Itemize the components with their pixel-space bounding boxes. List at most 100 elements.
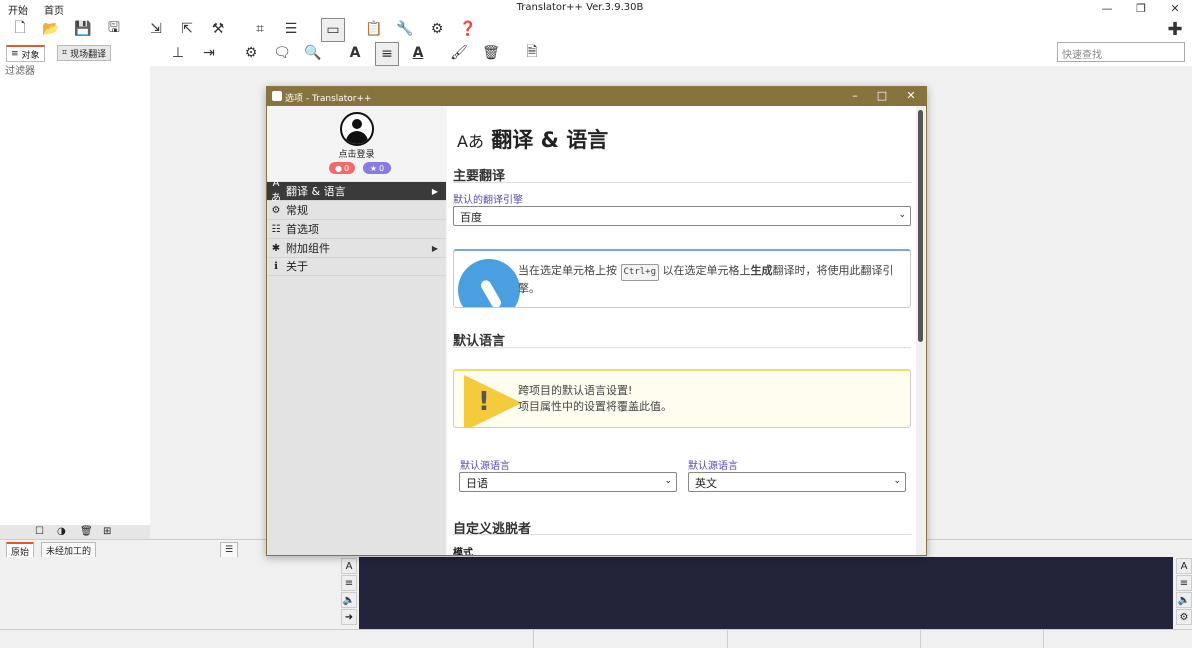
content-scrollbar[interactable] [916, 106, 926, 555]
engine-value: 百度 [460, 211, 482, 224]
nav-label: 翻译 & 语言 [286, 185, 346, 198]
arrow-right-icon[interactable]: ➜ [341, 609, 357, 625]
save-icon[interactable]: 💾 [72, 18, 94, 40]
settings-icon[interactable]: ⚙ [426, 18, 448, 40]
divider [453, 182, 911, 183]
comment-icon[interactable]: 🗨 [271, 42, 293, 64]
dialog-titlebar: 选项 - Translator++ – □ ✕ [267, 87, 926, 106]
status-divider [727, 630, 728, 648]
scrollbar-thumb[interactable] [918, 110, 923, 342]
new-file-icon[interactable]: 🗋 [9, 18, 31, 40]
window-title: Translator++ Ver.3.9.30B [516, 2, 644, 13]
close-icon[interactable]: ✕ [1165, 2, 1185, 15]
avatar-icon[interactable] [340, 112, 374, 146]
list-view-icon[interactable]: ☰ [220, 542, 239, 558]
layout-toggle-icon[interactable]: ▭ [321, 18, 345, 42]
quick-search-input[interactable]: 快速查找 [1057, 42, 1185, 62]
nav-translation-language[interactable]: Aあ 翻译 & 语言 ▶ [267, 178, 446, 204]
chevron-down-icon: ⌄ [893, 476, 901, 486]
menu-bar: 开始 首页 Translator++ Ver.3.9.30B — ❐ ✕ [0, 0, 1192, 18]
tools-icon[interactable]: 🔧 [394, 18, 416, 40]
speaker-icon-right[interactable]: 🔈 [1176, 592, 1192, 608]
tab-live-translation[interactable]: ⌗ 现场翻译 [57, 45, 112, 61]
tab-objects-label: 对象 [21, 50, 40, 61]
insert-row-icon[interactable]: ⊥ [167, 42, 189, 64]
open-folder-icon[interactable]: 📂 [40, 18, 62, 40]
help-icon[interactable]: ❓ [457, 18, 479, 40]
clipboard-icon[interactable]: 📋 [363, 18, 385, 40]
status-bar [0, 629, 1192, 648]
login-link[interactable]: 点击登录 [267, 147, 446, 160]
font-color-icon[interactable]: A [407, 42, 429, 64]
hammer-icon[interactable]: ⚒ [207, 18, 229, 40]
dialog-maximize-icon[interactable]: □ [875, 89, 889, 102]
restore-icon[interactable]: ❐ [1131, 2, 1151, 15]
brush-icon[interactable]: 🖌 [448, 42, 470, 64]
status-divider [920, 630, 921, 648]
font-icon[interactable]: A [341, 558, 357, 574]
editor-pane[interactable] [359, 557, 1173, 629]
main-toolbar: 🗋 📂 💾 🖫 ⇲ ⇱ ⚒ ⌗ ☰ ▭ 📋 🔧 ⚙ ❓ ✚ [0, 18, 1192, 42]
trash-icon[interactable]: 🗑 [480, 42, 502, 64]
submenu-arrow-icon: ▶ [431, 243, 438, 253]
divider [453, 347, 911, 348]
select-all-icon[interactable]: ☐ [35, 526, 44, 537]
divider [453, 534, 911, 535]
app-icon [272, 91, 282, 101]
minimize-icon[interactable]: — [1097, 2, 1117, 15]
document-icon[interactable]: 🗎 [521, 42, 543, 64]
nav-preferences[interactable]: ☷ 首选项 [267, 220, 446, 239]
object-panel: ≡ 对象 ⌗ 现场翻译 过滤器 [0, 42, 151, 538]
red-badge: ● 0 [329, 162, 355, 174]
filter-label[interactable]: 过滤器 [5, 62, 35, 77]
source-language-select[interactable]: 日语 ⌄ [459, 472, 677, 492]
translate-lang-icon: Aあ [457, 132, 484, 151]
add-icon[interactable]: ✚ [1164, 18, 1186, 40]
gear-icon[interactable]: ⚙ [240, 42, 262, 64]
page-title-text: 翻译 & 语言 [491, 128, 609, 152]
speaker-icon[interactable]: 🔈 [341, 592, 357, 608]
align-icon[interactable]: ≡ [375, 42, 399, 66]
info-text: 当在选定单元格上按 Ctrl+g 以在选定单元格上生成翻译时，将使用此翻译引擎。 [518, 264, 894, 295]
info-callout: 当在选定单元格上按 Ctrl+g 以在选定单元格上生成翻译时，将使用此翻译引擎。 [453, 249, 911, 308]
puzzle-icon: ✱ [271, 242, 281, 254]
warning-icon [464, 375, 522, 427]
info-icon [458, 259, 520, 307]
nav-addons[interactable]: ✱ 附加组件 ▶ [267, 239, 446, 258]
gear-icon-right[interactable]: ⚙ [1176, 609, 1192, 625]
secondary-toolbar: ⊥ ⇥ ⚙ 🗨 🔍 A ≡ A 🖌 🗑 🗎 [150, 42, 1192, 66]
target-language-select[interactable]: 英文 ⌄ [688, 472, 906, 492]
profile-panel: 点击登录 ● 0 ★ 0 [267, 106, 446, 181]
tab-objects[interactable]: ≡ 对象 [6, 45, 45, 62]
nav-label: 关于 [286, 260, 308, 273]
import-icon[interactable]: ⇲ [145, 18, 167, 40]
add-file-icon[interactable]: ⊞ [103, 526, 111, 537]
engine-select[interactable]: 百度 ⌄ [453, 206, 911, 226]
translate-icon[interactable]: ⌗ [249, 18, 271, 40]
save-as-icon[interactable]: 🖫 [103, 18, 125, 40]
menu-start[interactable]: 开始 [8, 2, 28, 17]
font-size-icon[interactable]: A [344, 42, 366, 64]
search-icon[interactable]: 🔍 [302, 42, 324, 64]
align-left-icon-right[interactable]: ≡ [1176, 575, 1192, 591]
mode-label: 模式 [453, 548, 473, 555]
align-left-icon[interactable]: ≡ [341, 575, 357, 591]
dialog-minimize-icon[interactable]: – [848, 89, 862, 102]
tab-live-translation-label: 现场翻译 [70, 49, 107, 60]
invert-icon[interactable]: ◑ [57, 526, 66, 537]
nav-about[interactable]: ℹ 关于 [267, 257, 446, 276]
nav-general[interactable]: ⚙ 常规 [267, 201, 446, 220]
goto-icon[interactable]: ⇥ [198, 42, 220, 64]
warning-callout: ! 跨项目的默认语言设置! 项目属性中的设置将覆盖此值。 [453, 369, 911, 428]
delete-icon[interactable]: 🗑 [80, 526, 93, 537]
chevron-down-icon: ⌄ [664, 476, 672, 486]
engine-label: 默认的翻译引擎 [453, 195, 523, 206]
menu-home[interactable]: 首页 [44, 2, 64, 17]
font-icon-right[interactable]: A [1176, 558, 1192, 574]
dialog-close-icon[interactable]: ✕ [904, 89, 918, 102]
exclamation-icon: ! [478, 387, 490, 417]
export-icon[interactable]: ⇱ [176, 18, 198, 40]
preferences-icon: ☷ [271, 223, 281, 235]
tab-raw[interactable]: 未经加工的 [41, 542, 97, 558]
list-icon[interactable]: ☰ [280, 18, 302, 40]
